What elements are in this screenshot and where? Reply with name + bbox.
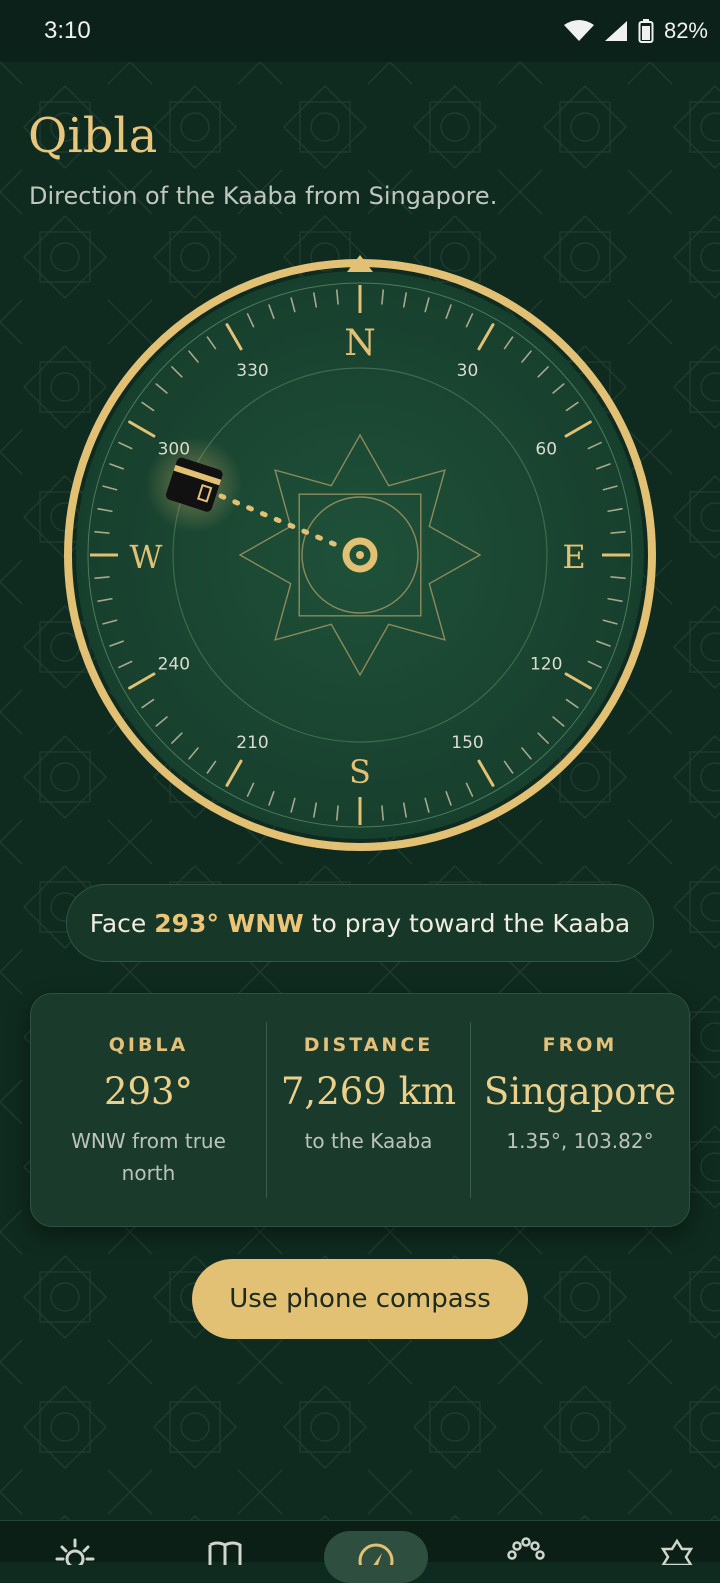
page-title: Qibla	[28, 108, 158, 164]
degree-label: 330	[236, 361, 268, 381]
qibla-value: 293°	[103, 1070, 194, 1113]
from-label: FROM	[542, 1034, 618, 1056]
qibla-stat: QIBLA 293° WNW from true north	[31, 994, 266, 1226]
use-phone-compass-button[interactable]: Use phone compass	[192, 1259, 528, 1339]
cardinal-east: E	[562, 538, 585, 576]
degree-label: 210	[236, 733, 268, 753]
signal-icon	[604, 21, 627, 41]
battery-icon	[638, 19, 654, 43]
qibla-info-card: QIBLA 293° WNW from true north DISTANCE …	[30, 993, 690, 1227]
degree-label: 150	[451, 733, 483, 753]
bottom-navigation	[0, 1520, 720, 1583]
kaaba-icon	[146, 436, 243, 533]
wifi-icon	[563, 20, 594, 41]
qibla-compass: N E S W 3060120150210240300330	[64, 255, 656, 851]
cardinal-north: N	[344, 323, 376, 364]
from-value: Singapore	[483, 1070, 677, 1113]
cardinal-west: W	[130, 538, 163, 576]
status-bar: 3:10 82%	[0, 0, 720, 62]
cardinal-south: S	[349, 753, 371, 791]
distance-sub: to the Kaaba	[304, 1129, 433, 1153]
from-stat: FROM Singapore 1.35°, 103.82°	[471, 994, 689, 1226]
distance-stat: DISTANCE 7,269 km to the Kaaba	[266, 1022, 471, 1198]
distance-value: 7,269 km	[280, 1070, 457, 1113]
from-coordinates: 1.35°, 103.82°	[506, 1129, 654, 1153]
battery-percent: 82%	[663, 18, 708, 43]
page-subtitle: Direction of the Kaaba from Singapore.	[29, 182, 498, 210]
degree-label: 120	[530, 655, 562, 675]
distance-label: DISTANCE	[303, 1034, 434, 1056]
status-time: 3:10	[44, 17, 91, 44]
qibla-label: QIBLA	[108, 1034, 189, 1056]
degree-label: 30	[457, 361, 479, 381]
qibla-instruction-banner: Face 293° WNW to pray toward the Kaaba	[66, 884, 654, 962]
banner-suffix: to pray toward the Kaaba	[311, 908, 631, 938]
banner-prefix: Face	[89, 908, 147, 938]
degree-label: 240	[158, 655, 190, 675]
banner-bearing: 293° WNW	[154, 908, 304, 938]
degree-label: 60	[535, 440, 557, 460]
qibla-sub: WNW from true north	[71, 1129, 226, 1185]
